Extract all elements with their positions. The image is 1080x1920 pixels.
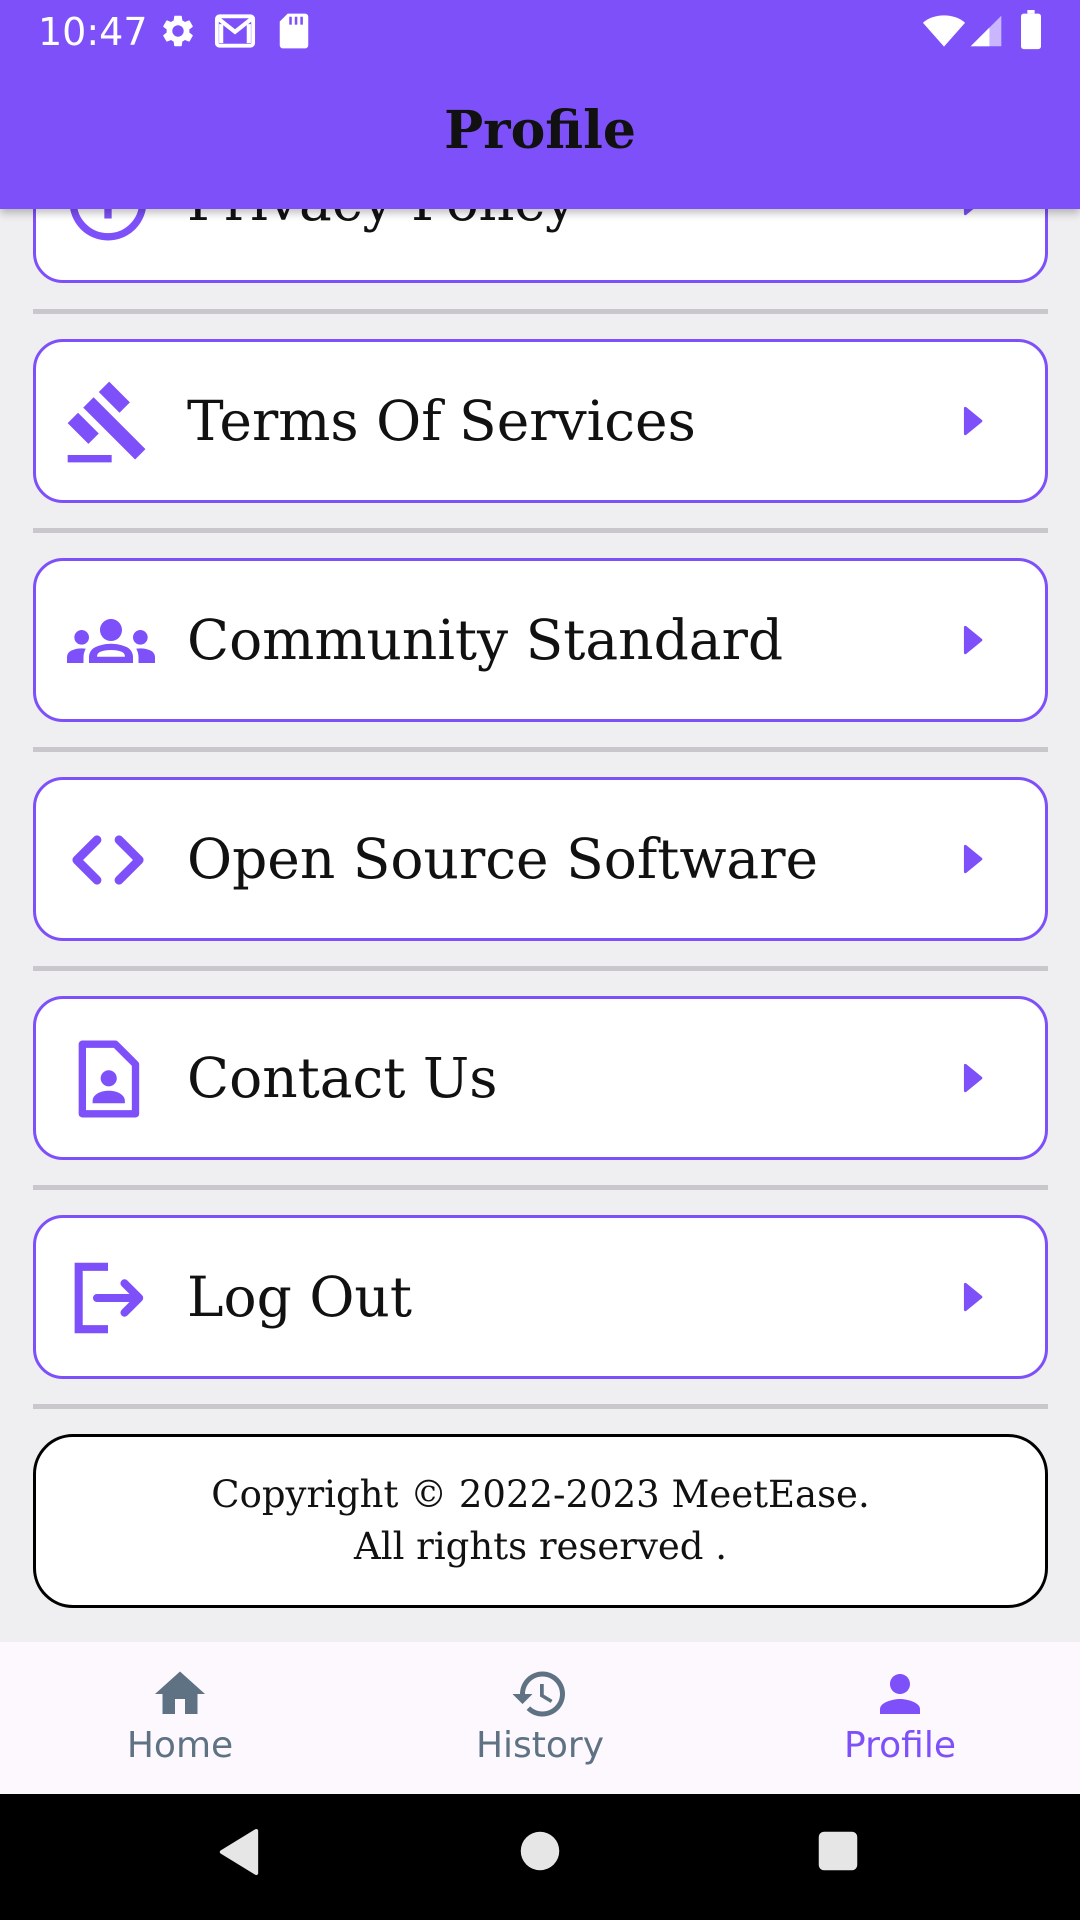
logout-icon: [74, 1262, 144, 1334]
home-button-icon[interactable]: [519, 1830, 561, 1872]
divider: [33, 966, 1048, 971]
code-icon: [72, 835, 144, 885]
menu-item-label: Terms Of Services: [187, 389, 696, 453]
divider: [33, 1404, 1048, 1409]
system-navigation-bar: [0, 1794, 1080, 1920]
history-icon: [512, 1671, 565, 1717]
menu-item-log-out[interactable]: Log Out: [33, 1215, 1048, 1379]
menu-item-community-standard[interactable]: Community Standard: [33, 558, 1048, 722]
nav-tab-history[interactable]: History: [360, 1642, 720, 1794]
nav-tab-profile[interactable]: Profile: [720, 1642, 1080, 1794]
menu-item-label: Contact Us: [187, 1046, 498, 1110]
rights-reserved-text: All rights reserved .: [354, 1525, 727, 1568]
copyright-card: Copyright © 2022-2023 MeetEase. All righ…: [33, 1434, 1048, 1608]
app-bar: 10:47 Profile: [0, 0, 1080, 209]
arrow-right-icon: [963, 1063, 983, 1093]
arrow-right-icon: [963, 625, 983, 655]
status-time: 10:47: [38, 10, 148, 54]
arrow-right-icon: [963, 406, 983, 436]
person-icon: [880, 1674, 920, 1714]
settings-icon: [163, 15, 193, 47]
cell-signal-icon: [970, 15, 1002, 47]
menu-item-open-source-software[interactable]: Open Source Software: [33, 777, 1048, 941]
divider: [33, 528, 1048, 533]
page-title: Profile: [444, 100, 636, 161]
wifi-icon: [922, 15, 966, 47]
nav-tab-label: History: [475, 1725, 605, 1766]
divider: [33, 1185, 1048, 1190]
gmail-icon: [214, 14, 256, 48]
menu-item-contact-us[interactable]: Contact Us: [33, 996, 1048, 1160]
bottom-navigation: Home History Profile: [0, 1642, 1080, 1794]
groups-icon: [67, 619, 155, 663]
nav-tab-label: Profile: [844, 1725, 956, 1766]
back-icon[interactable]: [216, 1827, 262, 1877]
arrow-right-icon: [963, 844, 983, 874]
menu-item-label: Open Source Software: [187, 827, 819, 891]
divider: [33, 309, 1048, 314]
battery-icon: [1021, 10, 1041, 50]
gavel-icon: [67, 381, 146, 463]
nav-tab-label: Home: [126, 1725, 234, 1766]
menu-item-terms-of-services[interactable]: Terms Of Services: [33, 339, 1048, 503]
arrow-right-icon: [963, 1282, 983, 1312]
home-icon: [155, 1671, 205, 1714]
sd-card-icon: [279, 13, 309, 49]
nav-tab-home[interactable]: Home: [0, 1642, 360, 1794]
divider: [33, 747, 1048, 752]
recents-icon[interactable]: [817, 1830, 859, 1872]
menu-item-label: Log Out: [187, 1265, 412, 1329]
profile-menu-list[interactable]: Privacy Policy Terms Of Services Communi…: [0, 0, 1080, 1642]
menu-item-label: Community Standard: [187, 608, 784, 672]
contact-page-icon: [78, 1040, 140, 1118]
profile-screen: Privacy Policy Terms Of Services Communi…: [0, 0, 1080, 1920]
copyright-text: Copyright © 2022-2023 MeetEase.: [211, 1473, 870, 1516]
